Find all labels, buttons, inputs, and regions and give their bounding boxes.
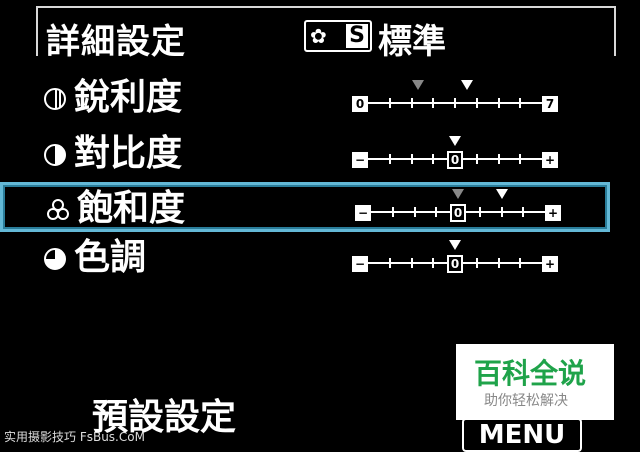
scale-tick xyxy=(388,98,391,108)
current-value-marker xyxy=(495,189,508,199)
scale-tick xyxy=(410,98,413,108)
color-tone-scale[interactable]: − 0 + xyxy=(352,240,558,278)
current-value-marker xyxy=(461,80,474,90)
setting-row-contrast[interactable]: 對比度 − 0 + xyxy=(30,130,610,180)
scale-tick xyxy=(432,98,435,108)
setting-label: 飽和度 xyxy=(77,188,186,229)
scale-min-label: − xyxy=(355,205,371,221)
scale-min-label: − xyxy=(352,152,368,168)
scale-tick xyxy=(519,154,522,164)
color-tone-icon xyxy=(44,248,66,270)
setting-row-saturation[interactable]: 飽和度 − 0 + xyxy=(0,182,610,232)
scale-zero-label: 0 xyxy=(447,151,463,169)
scale-zero-label: 0 xyxy=(450,204,466,222)
scale-tick xyxy=(475,98,478,108)
scale-tick xyxy=(435,207,438,217)
scale-tick xyxy=(519,258,522,268)
current-value-marker xyxy=(449,240,461,250)
default-value-marker xyxy=(411,80,424,90)
sharpness-scale[interactable]: 0 7 xyxy=(352,80,558,118)
scale-tick xyxy=(519,98,522,108)
default-value-marker xyxy=(452,189,464,199)
scale-zero-label: 0 xyxy=(447,255,463,273)
setting-label: 色調 xyxy=(74,237,147,278)
scale-tick xyxy=(388,258,391,268)
saturation-scale[interactable]: − 0 + xyxy=(355,189,561,227)
picture-style-name: 標準 xyxy=(378,22,446,62)
scale-tick xyxy=(497,258,500,268)
scale-min-label: − xyxy=(352,256,368,272)
contrast-icon xyxy=(44,144,66,166)
setting-row-color-tone[interactable]: 色調 − 0 + xyxy=(30,234,610,284)
site-watermark: 实用摄影技巧 FsBus.CoM xyxy=(4,430,145,444)
picture-style-icon: ✿ S xyxy=(304,20,372,52)
page-title: 詳細設定 xyxy=(46,22,186,62)
current-value-marker xyxy=(449,136,461,146)
saturation-icon xyxy=(47,199,69,220)
scale-max-label: + xyxy=(542,152,558,168)
contrast-scale[interactable]: − 0 + xyxy=(352,136,558,174)
scale-max-label: + xyxy=(545,205,561,221)
menu-header: 詳細設定 ✿ S 標準 xyxy=(36,6,616,62)
scale-tick xyxy=(391,207,394,217)
scale-min-label: 0 xyxy=(352,96,368,112)
scale-tick xyxy=(410,258,413,268)
scale-tick xyxy=(388,154,391,164)
scale-tick xyxy=(500,207,503,217)
picture-style-letter: S xyxy=(346,24,368,48)
brand-watermark: 百科全说 助你轻松解决 xyxy=(456,344,614,420)
scale-tick xyxy=(478,207,481,217)
scale-tick xyxy=(475,258,478,268)
brand-title: 百科全说 xyxy=(474,357,587,390)
scale-tick xyxy=(432,258,435,268)
scale-tick xyxy=(522,207,525,217)
scale-tick xyxy=(432,154,435,164)
scale-tick xyxy=(454,98,456,108)
scale-tick xyxy=(410,154,413,164)
brand-subtitle: 助你轻松解决 xyxy=(484,393,568,409)
scale-tick xyxy=(413,207,416,217)
sharpness-icon xyxy=(44,88,66,110)
menu-button[interactable]: MENU xyxy=(462,418,582,452)
scale-tick xyxy=(497,98,500,108)
setting-label: 對比度 xyxy=(74,133,183,174)
scale-max-label: 7 xyxy=(542,96,558,112)
flower-icon: ✿ xyxy=(310,24,327,48)
setting-label: 銳利度 xyxy=(74,77,183,118)
camera-menu-screen: 詳細設定 ✿ S 標準 銳利度 0 7 對比度 − 0 + 飽和度 − 0 + … xyxy=(0,0,640,452)
scale-tick xyxy=(497,154,500,164)
scale-max-label: + xyxy=(542,256,558,272)
setting-row-sharpness[interactable]: 銳利度 0 7 xyxy=(30,74,610,124)
scale-tick xyxy=(475,154,478,164)
